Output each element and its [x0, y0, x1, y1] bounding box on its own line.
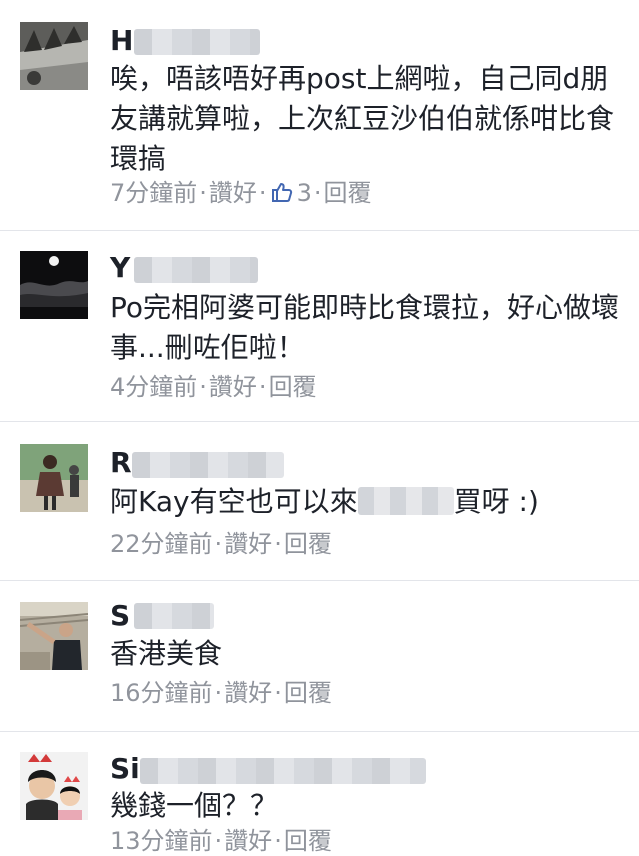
- comment-item: H 唉，唔該唔好再post上網啦，自己同d朋友講就算啦，上次紅豆沙伯伯就係咁比食…: [0, 0, 639, 230]
- avatar[interactable]: [20, 444, 88, 512]
- comment-time[interactable]: 22分鐘前: [110, 530, 213, 558]
- redacted-name: [134, 603, 214, 629]
- redacted-name: [134, 257, 258, 283]
- comment-time[interactable]: 16分鐘前: [110, 679, 213, 707]
- comment-text: 唉，唔該唔好再post上網啦，自己同d朋友講就算啦，上次紅豆沙伯伯就係咁比食環搞: [110, 62, 615, 175]
- comment-meta: 7分鐘前·讚好· 3·回覆: [110, 179, 372, 207]
- like-link[interactable]: 讚好: [224, 530, 272, 558]
- like-link[interactable]: 讚好: [209, 179, 257, 207]
- like-count[interactable]: 3: [297, 179, 312, 207]
- comment-meta: 4分鐘前·讚好·回覆: [110, 373, 317, 401]
- like-link[interactable]: 讚好: [224, 679, 272, 707]
- redacted-text: [357, 487, 454, 515]
- commenter-name[interactable]: H: [110, 26, 133, 56]
- like-link[interactable]: 讚好: [209, 373, 257, 401]
- comment-meta: 13分鐘前·讚好·回覆: [110, 827, 332, 855]
- commenter-name[interactable]: S: [110, 601, 130, 631]
- commenter-name[interactable]: R: [110, 448, 132, 478]
- comment-meta: 16分鐘前·讚好·回覆: [110, 679, 332, 707]
- comment-time[interactable]: 13分鐘前: [110, 827, 213, 855]
- reply-link[interactable]: 回覆: [269, 373, 317, 401]
- like-link[interactable]: 讚好: [224, 827, 272, 855]
- commenter-name[interactable]: Y: [110, 253, 130, 283]
- comment-item: Y Po完相阿婆可能即時比食環拉，好心做壞事...刪咗佢啦！ 4分鐘前·讚好·回…: [0, 231, 639, 421]
- comment-text: 阿Kay有空也可以來 買呀 :): [110, 485, 539, 518]
- redacted-name: [134, 29, 260, 55]
- avatar[interactable]: [20, 602, 88, 670]
- reply-link[interactable]: 回覆: [323, 179, 371, 207]
- comment-item: Si 幾錢一個？？ 13分鐘前·讚好·回覆: [0, 732, 639, 855]
- redacted-name: [132, 452, 284, 478]
- avatar[interactable]: [20, 752, 88, 820]
- comment-time[interactable]: 7分鐘前: [110, 179, 197, 207]
- comment-time[interactable]: 4分鐘前: [110, 373, 197, 401]
- avatar[interactable]: [20, 251, 88, 319]
- comment-text: 幾錢一個？？: [110, 789, 279, 822]
- comment-text: Po完相阿婆可能即時比食環拉，好心做壞事...刪咗佢啦！: [110, 291, 620, 364]
- reply-link[interactable]: 回覆: [284, 530, 332, 558]
- commenter-name[interactable]: Si: [110, 754, 140, 784]
- thumbs-up-icon: [271, 183, 292, 202]
- comment-item: R 阿Kay有空也可以來 買呀 :) 22分鐘前·讚好·回覆: [0, 422, 639, 580]
- comment-item: S 香港美食 16分鐘前·讚好·回覆: [0, 581, 639, 731]
- avatar[interactable]: [20, 22, 88, 90]
- comment-text: 香港美食: [110, 637, 223, 670]
- reply-link[interactable]: 回覆: [284, 827, 332, 855]
- reply-link[interactable]: 回覆: [284, 679, 332, 707]
- redacted-name: [140, 758, 426, 784]
- comment-meta: 22分鐘前·讚好·回覆: [110, 530, 332, 558]
